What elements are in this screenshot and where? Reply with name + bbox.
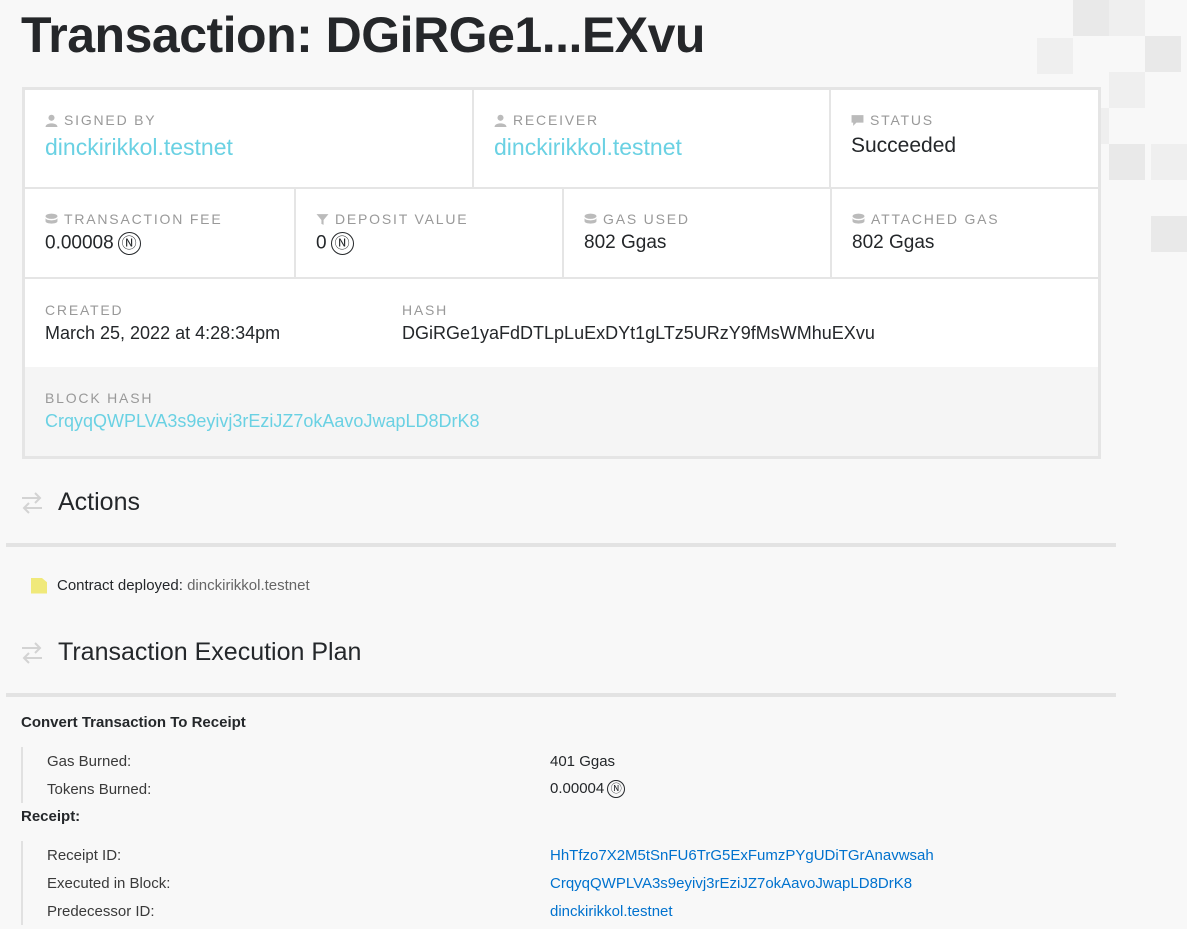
gas-used-cell: Gas Used 802 Ggas xyxy=(564,189,832,279)
receipt-title: Receipt: xyxy=(21,808,81,825)
attached-gas-cell: Attached Gas 802 Ggas xyxy=(832,189,1098,279)
plan-row: Predecessor ID: dinckirikkol.testnet xyxy=(23,897,1021,925)
plan-section-header: Transaction Execution Plan xyxy=(20,638,361,667)
signed-by-cell: Signed by dinckirikkol.testnet xyxy=(25,90,474,189)
attached-gas-value: 802 Ggas xyxy=(852,232,935,253)
actions-divider xyxy=(6,543,1116,547)
block-hash-label: Block Hash xyxy=(45,390,154,406)
user-icon xyxy=(45,114,58,127)
receiver-link[interactable]: dinckirikkol.testnet xyxy=(494,134,809,161)
status-value: Succeeded xyxy=(851,134,957,157)
deposit-value-cell: Deposit Value 0 Ⓝ xyxy=(296,189,564,279)
coins-icon xyxy=(584,213,597,224)
page-title: Transaction: DGiRGe1...EXvu xyxy=(21,7,705,63)
created-cell: Created March 25, 2022 at 4:28:34pm xyxy=(45,302,280,344)
tokens-burned-label: Tokens Burned: xyxy=(47,780,152,798)
signed-by-label: Signed by xyxy=(64,112,157,128)
attached-gas-label: Attached Gas xyxy=(871,211,1000,227)
exchange-icon xyxy=(22,641,42,664)
predecessor-id-link[interactable]: dinckirikkol.testnet xyxy=(550,903,673,920)
receiver-cell: Receiver dinckirikkol.testnet xyxy=(474,90,831,189)
hash-cell: Hash DGiRGe1yaFdDTLpLuExDYt1gLTz5URzY9fM… xyxy=(402,302,875,344)
gas-used-value: 802 Ggas xyxy=(584,232,667,253)
plan-row: Executed in Block: CrqyqQWPLVA3s9eyivj3r… xyxy=(23,869,1021,897)
comment-icon xyxy=(851,114,864,126)
status-label: Status xyxy=(870,112,934,128)
convert-block: Gas Burned: 401 Ggas Tokens Burned: 0.00… xyxy=(21,747,1021,803)
gas-burned-label: Gas Burned: xyxy=(47,752,132,770)
plan-row: Tokens Burned: 0.00004 Ⓝ xyxy=(23,775,1021,803)
gas-used-label: Gas Used xyxy=(603,211,690,227)
action-label: Contract deployed: xyxy=(57,577,183,594)
block-hash-cell: Block Hash CrqyqQWPLVA3s9eyivj3rEziJZ7ok… xyxy=(25,367,1098,456)
near-token-icon: Ⓝ xyxy=(330,232,354,255)
created-value: March 25, 2022 at 4:28:34pm xyxy=(45,323,281,343)
signed-by-link[interactable]: dinckirikkol.testnet xyxy=(45,134,452,161)
plan-heading: Transaction Execution Plan xyxy=(58,638,362,666)
action-item: Contract deployed: dinckirikkol.testnet xyxy=(31,577,310,594)
plan-divider xyxy=(6,693,1116,697)
actions-section-header: Actions xyxy=(20,488,140,517)
deposit-value-label: Deposit Value xyxy=(335,211,469,227)
deposit-value: 0 xyxy=(316,232,327,254)
tokens-burned-value: 0.00004 xyxy=(550,779,605,797)
receiver-label: Receiver xyxy=(513,112,599,128)
exchange-icon xyxy=(22,491,42,514)
action-value: dinckirikkol.testnet xyxy=(187,577,310,594)
transaction-fee-label: Transaction Fee xyxy=(64,211,223,227)
document-icon xyxy=(31,577,47,594)
status-cell: Status Succeeded xyxy=(831,90,1098,189)
receipt-block: Receipt ID: HhTfzo7X2M5tSnFU6TrG5ExFumzP… xyxy=(21,841,1021,925)
convert-title: Convert Transaction To Receipt xyxy=(21,714,246,731)
transaction-summary-card: Signed by dinckirikkol.testnet Receiver … xyxy=(22,87,1101,459)
block-hash-link[interactable]: CrqyqQWPLVA3s9eyivj3rEziJZ7okAavoJwapLD8… xyxy=(45,411,1078,432)
plan-row: Gas Burned: 401 Ggas xyxy=(23,747,1021,775)
transaction-fee-value: 0.00008 xyxy=(45,232,114,254)
created-hash-row: Created March 25, 2022 at 4:28:34pm Hash… xyxy=(25,279,1098,367)
receipt-id-label: Receipt ID: xyxy=(47,846,122,864)
near-token-icon: Ⓝ xyxy=(607,780,626,799)
created-label: Created xyxy=(45,302,124,318)
user-icon xyxy=(494,114,507,127)
hash-value: DGiRGe1yaFdDTLpLuExDYt1gLTz5URzY9fMsWMhu… xyxy=(402,323,875,343)
gas-burned-value: 401 Ggas xyxy=(550,752,616,770)
predecessor-id-label: Predecessor ID: xyxy=(47,902,155,920)
hash-label: Hash xyxy=(402,302,449,318)
actions-heading: Actions xyxy=(58,488,140,516)
receipt-id-link[interactable]: HhTfzo7X2M5tSnFU6TrG5ExFumzPYgUDiTGrAnav… xyxy=(550,847,934,864)
near-token-icon: Ⓝ xyxy=(117,232,141,255)
transaction-fee-cell: Transaction Fee 0.00008 Ⓝ xyxy=(25,189,296,279)
plan-row: Receipt ID: HhTfzo7X2M5tSnFU6TrG5ExFumzP… xyxy=(23,841,1021,869)
executed-in-block-label: Executed in Block: xyxy=(47,874,171,892)
coins-icon xyxy=(852,213,865,224)
executed-in-block-link[interactable]: CrqyqQWPLVA3s9eyivj3rEziJZ7okAavoJwapLD8… xyxy=(550,875,912,892)
coins-icon xyxy=(45,213,58,224)
filter-icon xyxy=(316,213,329,225)
